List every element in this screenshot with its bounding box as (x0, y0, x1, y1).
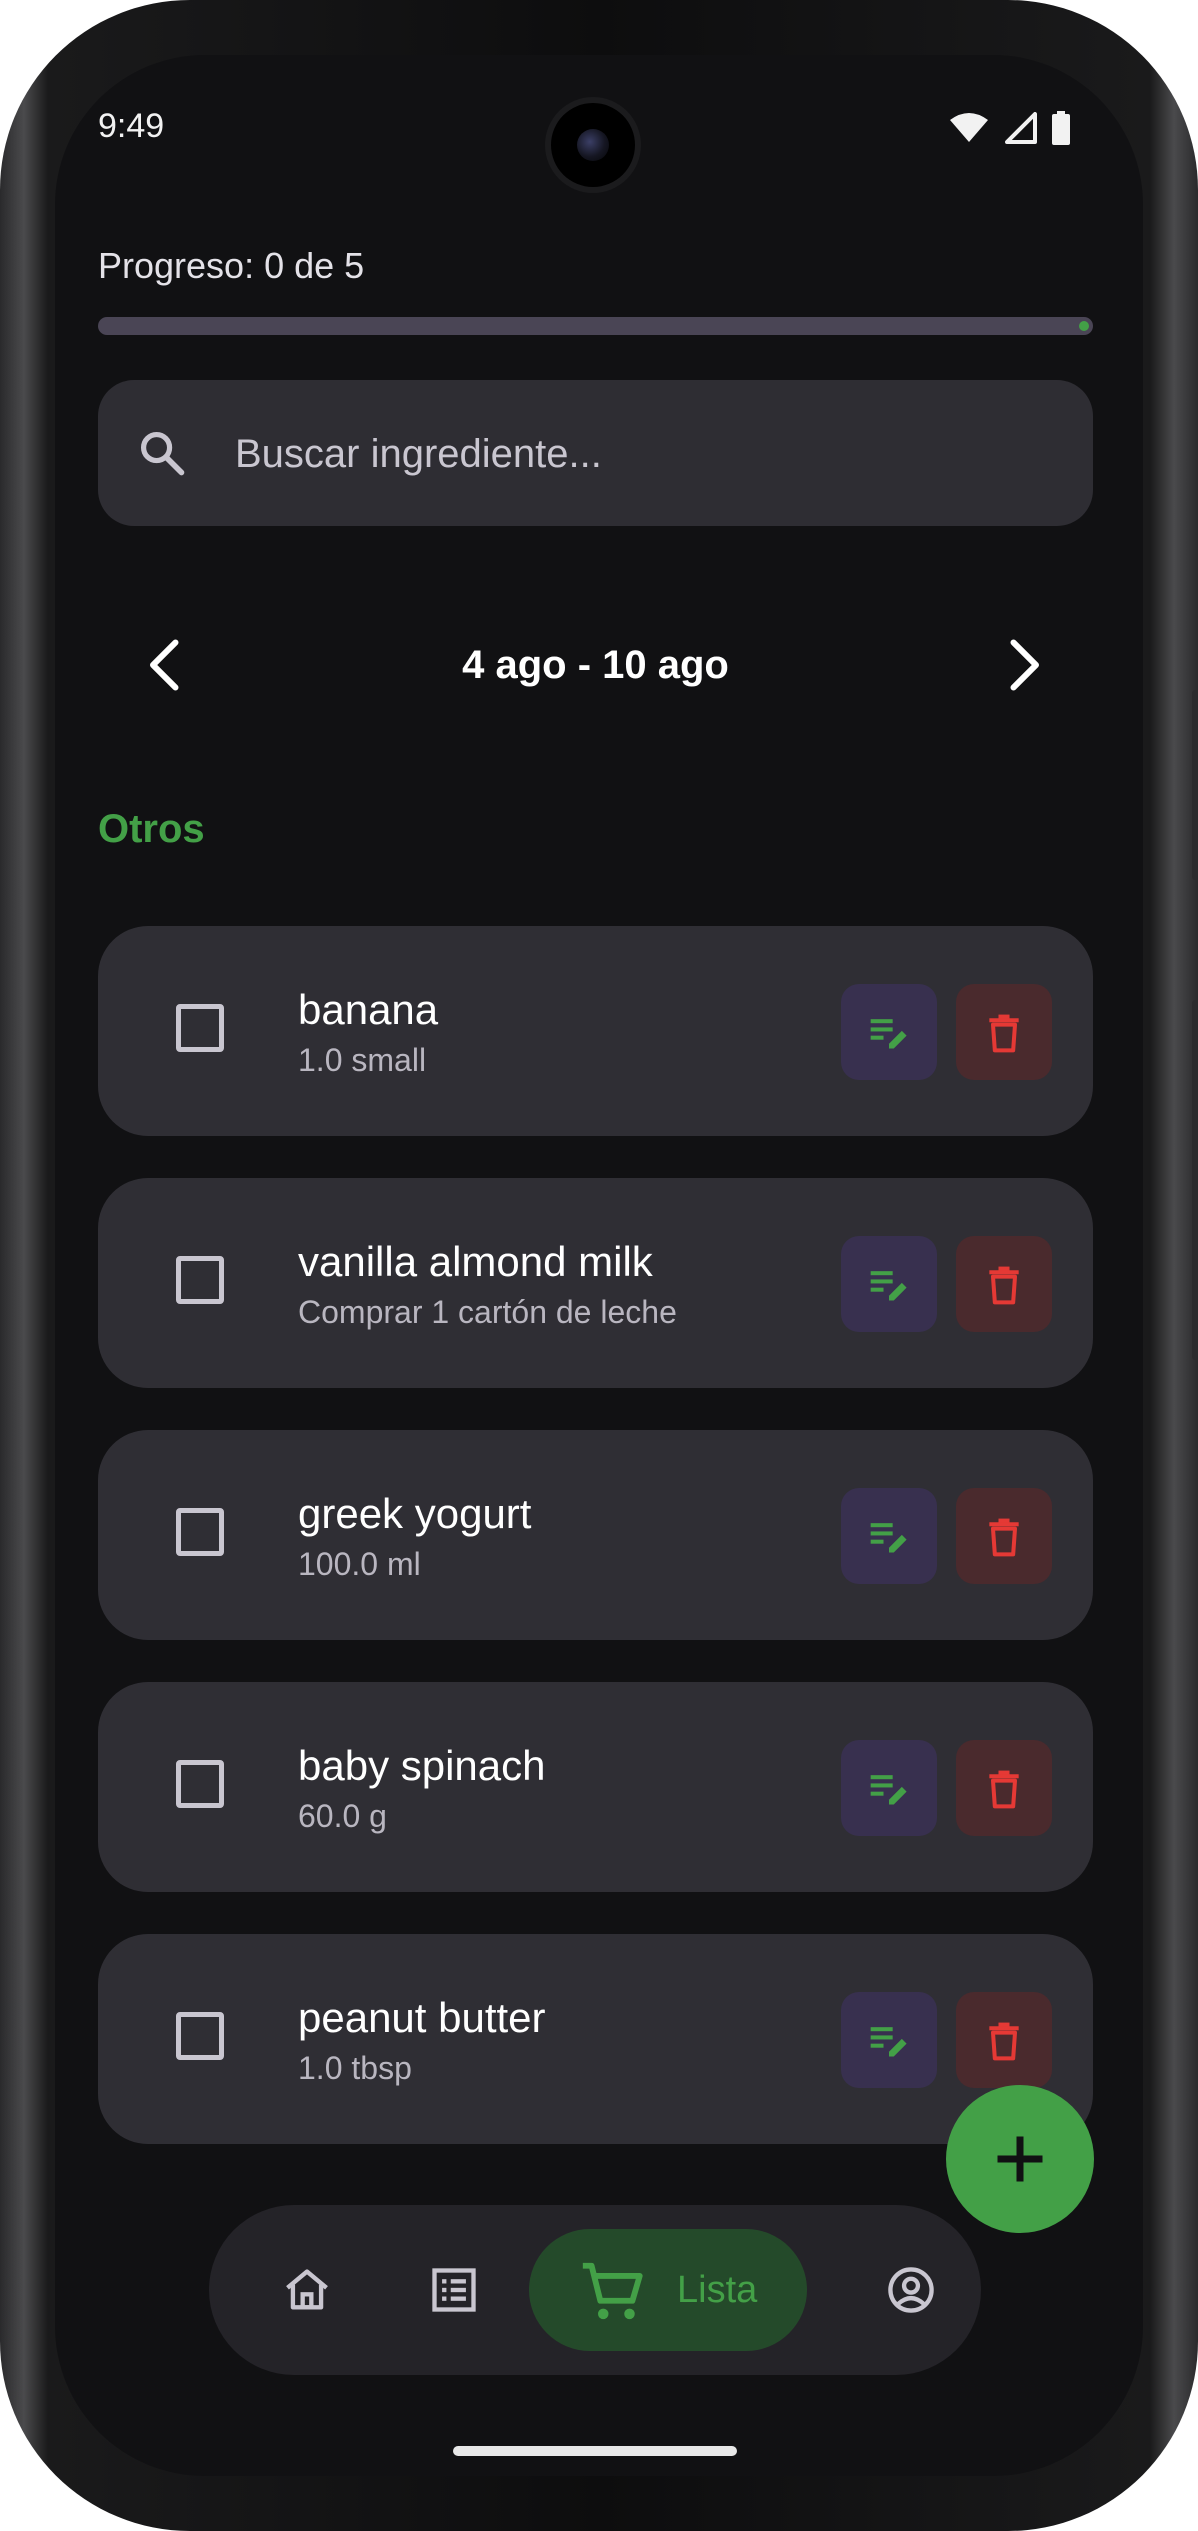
item-detail: 100.0 ml (298, 1546, 421, 1582)
front-camera (551, 103, 635, 187)
phone-frame: 9:49 Progreso: 0 de 5 Buscar ingrediente… (0, 0, 1198, 2531)
status-bar: 9:49 (55, 55, 1143, 205)
nav-shopping-list[interactable]: Lista (529, 2229, 807, 2351)
edit-note-icon (870, 1523, 907, 1553)
search-input[interactable] (233, 380, 1057, 528)
item-checkbox[interactable] (176, 1760, 224, 1808)
item-detail: 1.0 tbsp (298, 2050, 412, 2086)
item-name: baby spinach (298, 1742, 546, 1789)
search-box (98, 380, 1093, 528)
edit-note-icon (870, 1775, 907, 1805)
item-name: vanilla almond milk (298, 1238, 653, 1285)
trash-icon (989, 1770, 1019, 1809)
edit-note-icon (870, 1271, 907, 1301)
edit-item-button[interactable] (841, 1488, 937, 1584)
item-checkbox[interactable] (176, 1508, 224, 1556)
item-detail: 1.0 small (298, 1042, 427, 1078)
next-week-button[interactable] (991, 635, 1051, 695)
home-icon (286, 2269, 328, 2310)
delete-item-button[interactable] (956, 984, 1052, 1080)
week-navigator: 4 ago - 10 ago (98, 615, 1093, 715)
plus-icon (997, 2136, 1043, 2182)
edit-item-button[interactable] (841, 1992, 937, 2088)
edit-item-button[interactable] (841, 1740, 937, 1836)
list-item: greek yogurt 100.0 ml (98, 1430, 1093, 1640)
list-item: baby spinach 60.0 g (98, 1682, 1093, 1892)
item-detail: Comprar 1 cartón de leche (298, 1294, 677, 1330)
status-icons (949, 111, 1071, 145)
trash-icon (989, 1266, 1019, 1305)
item-detail: 60.0 g (298, 1798, 387, 1834)
progress-label: Progreso: 0 de 5 (98, 245, 365, 286)
section-title: Otros (98, 807, 205, 851)
wifi-icon (950, 113, 988, 142)
list-icon (432, 2268, 476, 2312)
bottom-navigation: Lista (209, 2205, 981, 2375)
nav-active-label: Lista (677, 2269, 758, 2311)
item-name: greek yogurt (298, 1490, 532, 1537)
week-range-label: 4 ago - 10 ago (462, 643, 729, 687)
edit-item-button[interactable] (841, 1236, 937, 1332)
delete-item-button[interactable] (956, 1740, 1052, 1836)
nav-profile[interactable] (871, 2250, 951, 2330)
app-screen: 9:49 Progreso: 0 de 5 Buscar ingrediente… (55, 55, 1143, 2476)
item-checkbox[interactable] (176, 1256, 224, 1304)
item-checkbox[interactable] (176, 1004, 224, 1052)
delete-item-button[interactable] (956, 1992, 1052, 2088)
item-name: banana (298, 986, 439, 1033)
power-button (1192, 690, 1198, 880)
trash-icon (989, 1014, 1019, 1053)
profile-icon (888, 2267, 934, 2313)
status-time: 9:49 (98, 107, 165, 145)
progress-end-dot (1079, 321, 1089, 331)
delete-item-button[interactable] (956, 1236, 1052, 1332)
list-item: peanut butter 1.0 tbsp (98, 1934, 1093, 2144)
item-checkbox[interactable] (176, 2012, 224, 2060)
add-item-button[interactable] (946, 2085, 1094, 2233)
cart-icon (582, 2262, 643, 2320)
signal-icon (1005, 112, 1037, 144)
edit-note-icon (870, 1019, 907, 1049)
nav-home[interactable] (267, 2250, 347, 2330)
item-name: peanut butter (298, 1994, 546, 2041)
edit-note-icon (870, 2027, 907, 2057)
home-indicator[interactable] (453, 2446, 737, 2456)
trash-icon (989, 2022, 1019, 2061)
battery-icon (1052, 111, 1070, 145)
list-item: vanilla almond milk Comprar 1 cartón de … (98, 1178, 1093, 1388)
delete-item-button[interactable] (956, 1488, 1052, 1584)
volume-button (1192, 1000, 1198, 1360)
chevron-right-icon (1010, 639, 1039, 691)
trash-icon (989, 1518, 1019, 1557)
edit-item-button[interactable] (841, 984, 937, 1080)
search-icon (140, 431, 185, 476)
progress-bar (98, 317, 1093, 335)
nav-recipes[interactable] (414, 2250, 494, 2330)
list-item: banana 1.0 small (98, 926, 1093, 1136)
